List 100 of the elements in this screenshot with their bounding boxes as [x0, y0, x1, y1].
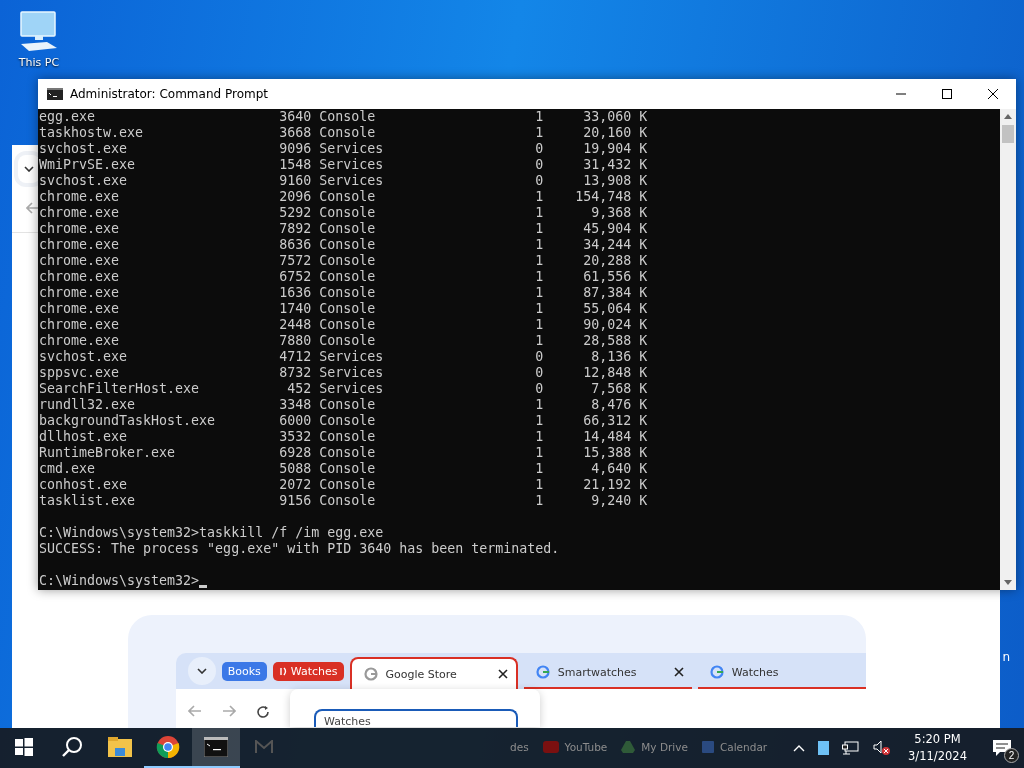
g-logo-icon [535, 665, 550, 679]
process-name: chrome.exe [39, 269, 120, 284]
memory-usage: 8,136 K [591, 349, 648, 364]
process-name: cmd.exe [39, 461, 96, 476]
session-name: Services [319, 157, 384, 172]
process-name: svchost.exe [39, 141, 128, 156]
session-name: Console [319, 221, 376, 236]
session-name: Console [319, 445, 376, 460]
process-name: chrome.exe [39, 237, 120, 252]
session-name: Services [319, 365, 384, 380]
process-id: 9160 [279, 173, 312, 188]
session-name: Console [319, 125, 376, 140]
session-number: 1 [535, 237, 544, 252]
browser-logo-icon [156, 735, 180, 759]
process-name: chrome.exe [39, 205, 120, 220]
process-id: 3640 [279, 109, 312, 124]
search-icon [61, 736, 83, 758]
session-number: 0 [535, 157, 544, 172]
memory-usage: 90,024 K [583, 317, 648, 332]
session-name: Services [319, 381, 384, 396]
session-name: Console [319, 317, 376, 332]
session-name: Console [319, 493, 376, 508]
desktop-icon-label[interactable]: This PC [18, 56, 60, 69]
process-name: SearchFilterHost.exe [39, 381, 200, 396]
session-name: Console [319, 253, 376, 268]
session-name: Console [319, 397, 376, 412]
clock-date[interactable]: 3/11/2024 [908, 748, 967, 765]
memory-usage: 13,908 K [583, 173, 648, 188]
session-number: 1 [535, 301, 544, 316]
memory-usage: 15,388 K [583, 445, 648, 460]
session-number: 1 [535, 477, 544, 492]
session-number: 1 [535, 317, 544, 332]
process-id: 9156 [279, 493, 312, 508]
session-name: Services [319, 141, 384, 156]
process-id: 7880 [279, 333, 312, 348]
memory-usage: 28,588 K [583, 333, 648, 348]
notification-button[interactable]: 2 [980, 728, 1024, 768]
session-number: 1 [535, 285, 544, 300]
session-number: 1 [535, 205, 544, 220]
mail-icon [255, 740, 273, 754]
session-name: Console [319, 205, 376, 220]
process-name: chrome.exe [39, 301, 120, 316]
session-number: 1 [535, 221, 544, 236]
bookmark-label[interactable]: des [510, 741, 529, 753]
process-name: svchost.exe [39, 349, 128, 364]
back-arrow-icon[interactable] [26, 202, 40, 214]
folder-icon [108, 737, 132, 757]
session-number: 0 [535, 381, 544, 396]
reload-icon[interactable] [256, 705, 270, 719]
session-name: Console [319, 429, 376, 444]
scroll-down-icon[interactable] [1004, 580, 1012, 585]
input-field[interactable]: Watches [314, 709, 518, 727]
memory-usage: 87,384 K [583, 285, 648, 300]
square-icon[interactable] [818, 741, 830, 755]
muted-speaker-icon[interactable] [873, 740, 892, 756]
session-name: Console [319, 413, 376, 428]
scrollbar-thumb[interactable] [1002, 125, 1014, 143]
memory-usage: 8,476 K [591, 397, 648, 412]
process-id: 4712 [279, 349, 312, 364]
clock-time[interactable]: 5:20 PM [914, 731, 961, 748]
close-icon[interactable] [497, 669, 508, 679]
close-icon[interactable] [673, 667, 684, 677]
memory-usage: 20,160 K [583, 125, 648, 140]
command-line: C:\Windows\system32>taskkill /f /im egg.exe [39, 525, 384, 541]
process-id: 2448 [279, 317, 312, 332]
process-id: 1636 [279, 285, 312, 300]
bookmark-label[interactable]: YouTube [564, 741, 608, 753]
process-id: 6000 [279, 413, 312, 428]
caret-icon[interactable] [793, 744, 806, 752]
memory-usage: 14,484 K [583, 429, 648, 444]
text-cursor [199, 585, 208, 588]
process-id: 2072 [279, 477, 312, 492]
bookmark-label[interactable]: Calendar [719, 741, 768, 753]
memory-usage: 33,060 K [583, 109, 648, 124]
session-number: 1 [535, 253, 544, 268]
scroll-up-icon[interactable] [1004, 114, 1012, 119]
process-name: backgroundTaskHost.exe [39, 413, 216, 428]
console-icon [204, 737, 228, 757]
console-button[interactable] [192, 728, 240, 768]
process-name: conhost.exe [39, 477, 128, 492]
process-id: 3532 [279, 429, 312, 444]
browser-tab[interactable]: Google Store [349, 657, 518, 689]
process-id: 7572 [279, 253, 312, 268]
tab-group-chip[interactable]: Books [221, 661, 267, 681]
memory-usage: 9,368 K [591, 205, 648, 220]
process-id: 452 [287, 381, 312, 396]
memory-usage: 9,240 K [591, 493, 648, 508]
process-name: chrome.exe [39, 285, 120, 300]
session-number: 1 [535, 429, 544, 444]
session-name: Console [319, 333, 376, 348]
window-title: Administrator: Command Prompt [70, 87, 269, 101]
session-number: 0 [535, 141, 544, 156]
memory-usage: 66,312 K [583, 413, 648, 428]
bookmark-label[interactable]: My Drive [641, 741, 688, 753]
session-name: Console [319, 477, 376, 492]
process-id: 7892 [279, 221, 312, 236]
memory-usage: 20,288 K [583, 253, 648, 268]
tab-group-chip[interactable]: Watches [272, 661, 344, 681]
session-number: 1 [535, 397, 544, 412]
network-icon[interactable] [842, 741, 861, 755]
